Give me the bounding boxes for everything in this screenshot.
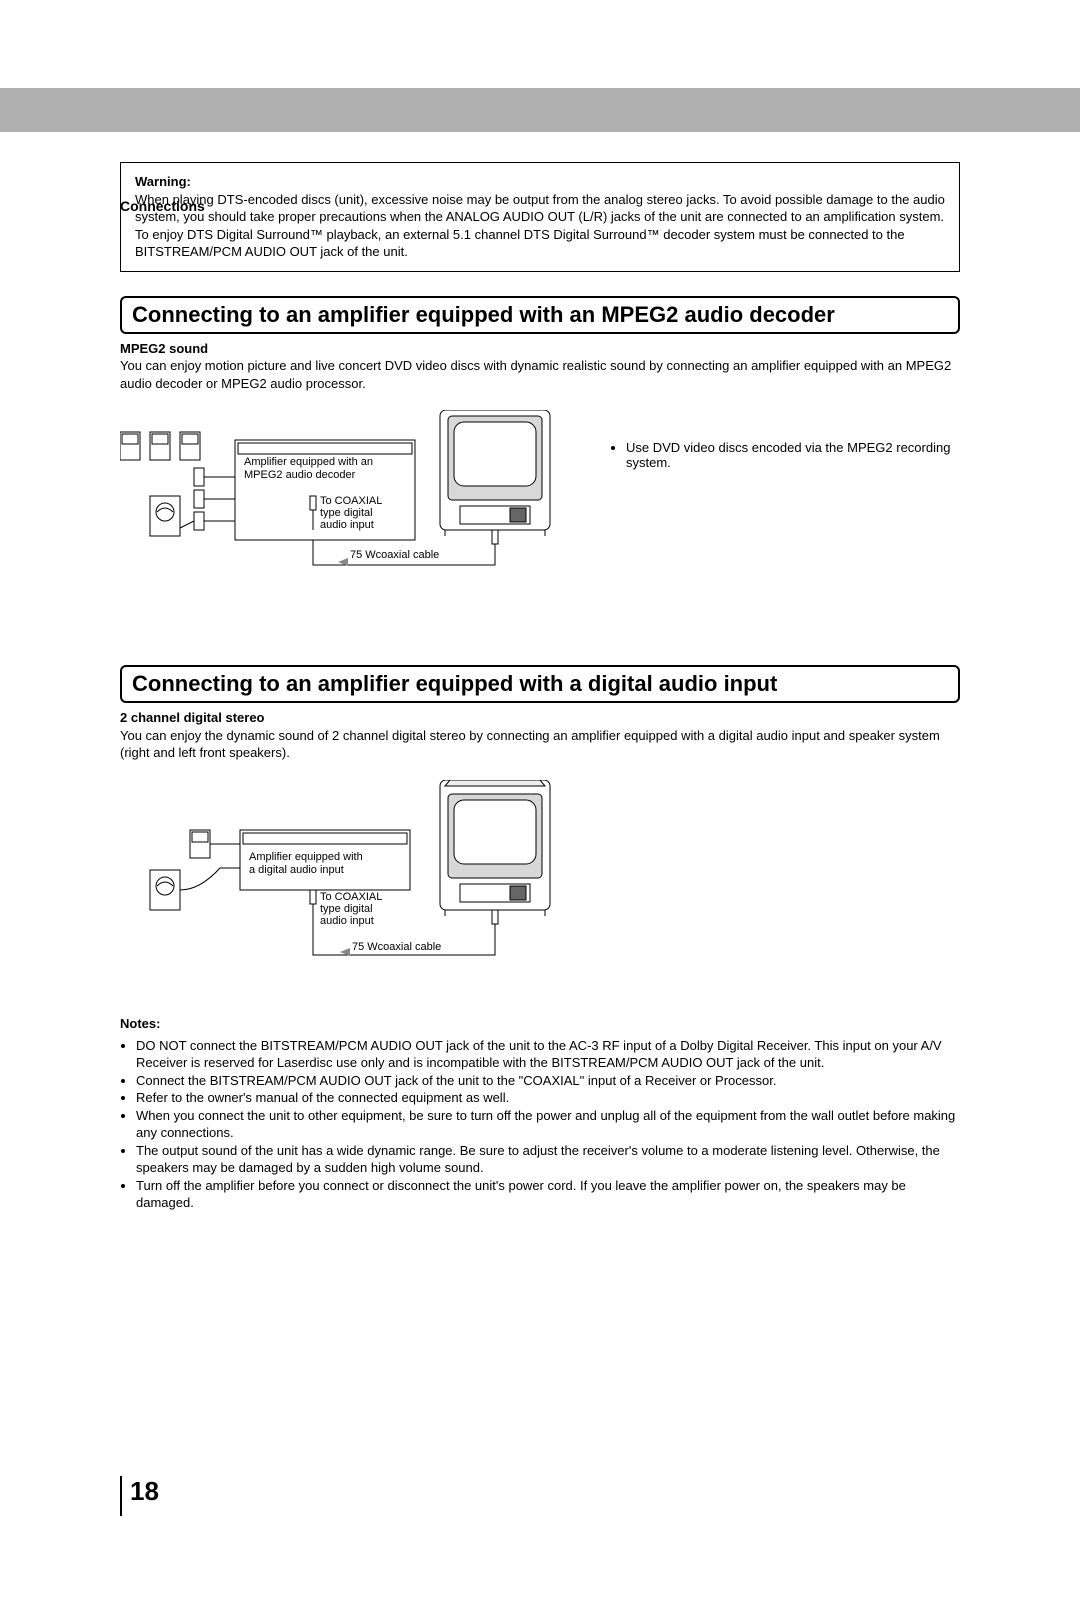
- section1-text: You can enjoy motion picture and live co…: [120, 358, 951, 391]
- notes-block: Notes: DO NOT connect the BITSTREAM/PCM …: [120, 1015, 960, 1212]
- coax-2: type digital: [320, 507, 373, 519]
- page-content: Warning: When playing DTS-encoded discs …: [0, 162, 1080, 1212]
- cable-label: 75 Wcoaxial cable: [350, 549, 439, 561]
- section-header: Connections: [120, 198, 205, 214]
- side-note-item: Use DVD video discs encoded via the MPEG…: [626, 440, 960, 470]
- coax2-3: audio input: [320, 915, 374, 927]
- notes-label: Notes:: [120, 1016, 160, 1031]
- note-item: Connect the BITSTREAM/PCM AUDIO OUT jack…: [136, 1072, 960, 1090]
- section1-diagram: Amplifier equipped with an MPEG2 audio d…: [120, 410, 580, 615]
- section2-diagram-row: Amplifier equipped with a digital audio …: [120, 780, 960, 985]
- section1-sub-label: MPEG2 sound: [120, 341, 208, 356]
- section1-title: Connecting to an amplifier equipped with…: [120, 296, 960, 334]
- warning-label: Warning:: [135, 173, 945, 191]
- header-bar: [0, 88, 1080, 132]
- section1-side-note: Use DVD video discs encoded via the MPEG…: [610, 440, 960, 470]
- cable2-label: 75 Wcoaxial cable: [352, 941, 441, 953]
- note-item: Turn off the amplifier before you connec…: [136, 1177, 960, 1212]
- section2-diagram: Amplifier equipped with a digital audio …: [120, 780, 580, 985]
- section2-text: You can enjoy the dynamic sound of 2 cha…: [120, 728, 940, 761]
- coax2-2: type digital: [320, 903, 373, 915]
- amp2-label-2: a digital audio input: [249, 864, 344, 876]
- coax-1: To COAXIAL: [320, 495, 382, 507]
- note-item: Refer to the owner's manual of the conne…: [136, 1089, 960, 1107]
- warning-box: Warning: When playing DTS-encoded discs …: [120, 162, 960, 272]
- note-item: The output sound of the unit has a wide …: [136, 1142, 960, 1177]
- manual-page: Connections Warning: When playing DTS-en…: [0, 88, 1080, 1616]
- coax-3: audio input: [320, 519, 374, 531]
- amp-label-2: MPEG2 audio decoder: [244, 469, 356, 481]
- section1-diagram-row: Amplifier equipped with an MPEG2 audio d…: [120, 410, 960, 615]
- note-item: DO NOT connect the BITSTREAM/PCM AUDIO O…: [136, 1037, 960, 1072]
- section2-sub-label: 2 channel digital stereo: [120, 710, 265, 725]
- coax2-1: To COAXIAL: [320, 891, 382, 903]
- page-number: 18: [120, 1476, 159, 1516]
- section2-subsection: 2 channel digital stereo You can enjoy t…: [120, 709, 960, 762]
- amp-label-1: Amplifier equipped with an: [244, 456, 373, 468]
- warning-text: When playing DTS-encoded discs (unit), e…: [135, 192, 945, 260]
- section2-title: Connecting to an amplifier equipped with…: [120, 665, 960, 703]
- amp2-label-1: Amplifier equipped with: [249, 851, 363, 863]
- notes-list: DO NOT connect the BITSTREAM/PCM AUDIO O…: [120, 1037, 960, 1212]
- section1-subsection: MPEG2 sound You can enjoy motion picture…: [120, 340, 960, 393]
- note-item: When you connect the unit to other equip…: [136, 1107, 960, 1142]
